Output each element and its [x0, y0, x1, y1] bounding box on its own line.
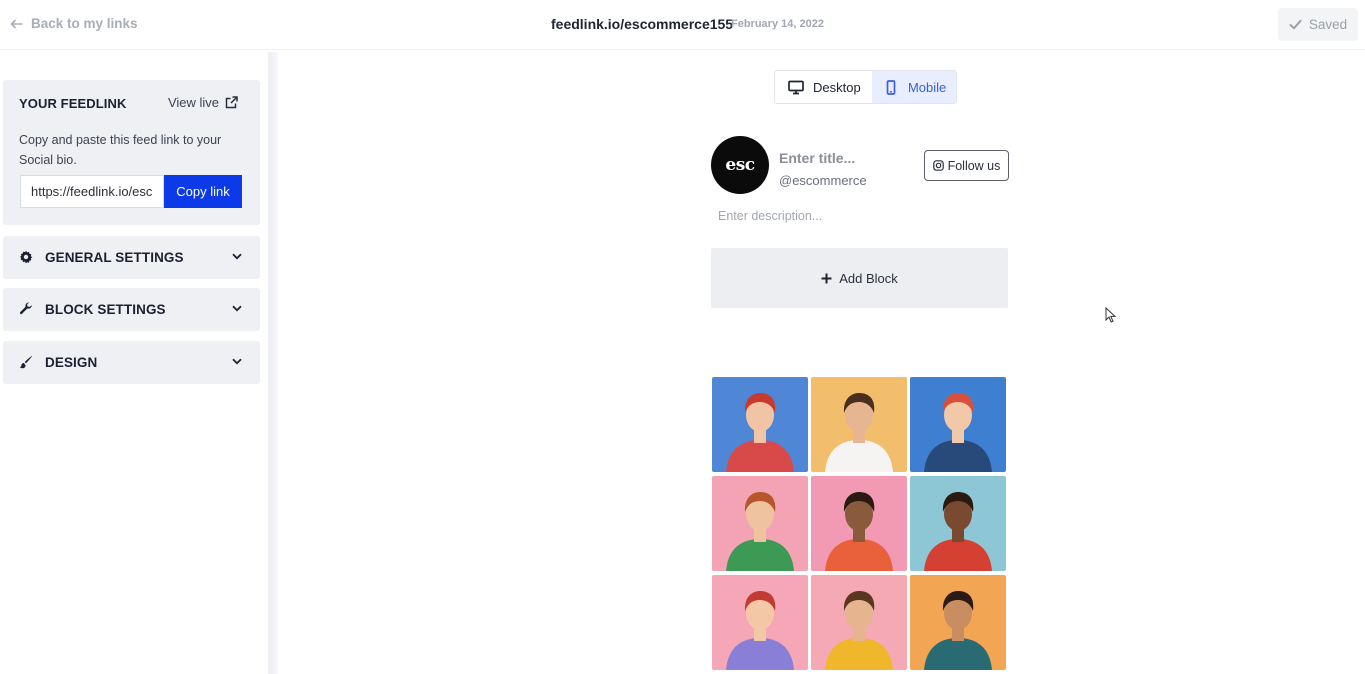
design-section[interactable]: DESIGN: [3, 341, 260, 384]
photo-man-teal-sweater[interactable]: [910, 575, 1006, 670]
page-url: feedlink.io/escommerce155: [551, 16, 734, 32]
desktop-icon: [788, 80, 804, 94]
follow-us-label: Follow us: [947, 158, 1001, 173]
photo-man-white-sweater[interactable]: [811, 377, 907, 472]
design-label: DESIGN: [45, 355, 98, 370]
portrait-image: [712, 377, 808, 472]
chevron-down-icon: [232, 253, 242, 260]
photo-girl-heart-hands[interactable]: [712, 575, 808, 670]
add-block-button[interactable]: Add Block: [711, 248, 1008, 308]
plus-icon: [821, 273, 832, 283]
external-link-icon: [225, 96, 238, 109]
portrait-image: [811, 476, 907, 571]
portrait-image: [910, 575, 1006, 670]
chevron-down-icon: [232, 305, 242, 312]
profile-handle: @escommerce: [779, 173, 867, 188]
portrait-image: [811, 377, 907, 472]
instagram-icon: [932, 160, 944, 171]
profile-avatar[interactable]: esc: [711, 136, 769, 194]
photo-woman-with-flowers[interactable]: [910, 476, 1006, 571]
page-date: February 14, 2022: [731, 18, 824, 30]
copy-link-button[interactable]: Copy link: [164, 175, 242, 208]
check-icon: [1289, 19, 1302, 30]
add-block-label: Add Block: [839, 270, 898, 286]
portrait-image: [712, 575, 808, 670]
brush-icon: [19, 355, 33, 369]
photo-grid: [712, 377, 1008, 674]
photo-woman-colorful-jacket[interactable]: [811, 476, 907, 571]
mobile-icon: [886, 79, 896, 95]
photo-child-thumbs-up[interactable]: [712, 377, 808, 472]
profile-description-placeholder[interactable]: Enter description...: [718, 209, 822, 223]
settings-sidebar: YOUR FEEDLINK View live Copy and paste t…: [0, 52, 268, 674]
chevron-down-icon: [232, 358, 242, 365]
portrait-image: [712, 476, 808, 571]
photo-woman-green-sweater[interactable]: [712, 476, 808, 571]
top-bar: Back to my links feedlink.io/escommerce1…: [0, 0, 1365, 50]
saved-button[interactable]: Saved: [1278, 8, 1358, 41]
mobile-label: Mobile: [907, 79, 947, 95]
mobile-toggle-button[interactable]: Mobile: [871, 71, 956, 103]
feedlink-description: Copy and paste this feed link to your So…: [19, 133, 222, 167]
profile-title-placeholder[interactable]: Enter title...: [779, 150, 855, 166]
device-toggle: Desktop Mobile: [774, 70, 957, 104]
arrow-left-icon: [10, 19, 23, 28]
feedlink-card: YOUR FEEDLINK View live Copy and paste t…: [3, 80, 260, 225]
sidebar-divider: [268, 52, 278, 674]
wrench-icon: [19, 302, 32, 315]
follow-us-button[interactable]: Follow us: [924, 150, 1009, 181]
saved-label: Saved: [1308, 17, 1348, 32]
portrait-image: [910, 377, 1006, 472]
photo-woman-yellow-top[interactable]: [811, 575, 907, 670]
portrait-image: [811, 575, 907, 670]
general-settings-section[interactable]: GENERAL SETTINGS: [3, 236, 260, 279]
block-settings-label: BLOCK SETTINGS: [45, 302, 166, 317]
portrait-image: [910, 476, 1006, 571]
mouse-cursor-icon: [1105, 307, 1116, 323]
gear-icon: [19, 250, 33, 264]
block-settings-section[interactable]: BLOCK SETTINGS: [3, 288, 260, 331]
desktop-toggle-button[interactable]: Desktop: [775, 71, 872, 103]
photo-child-reading-book[interactable]: [910, 377, 1006, 472]
feedlink-url-input[interactable]: [20, 175, 164, 208]
general-settings-label: GENERAL SETTINGS: [45, 250, 184, 265]
back-to-links-link[interactable]: Back to my links: [10, 16, 138, 31]
view-live-link[interactable]: View live: [168, 95, 238, 110]
feedlink-title: YOUR FEEDLINK: [19, 96, 127, 111]
back-link-label: Back to my links: [31, 16, 138, 31]
desktop-label: Desktop: [813, 79, 861, 95]
view-live-label: View live: [167, 95, 219, 110]
